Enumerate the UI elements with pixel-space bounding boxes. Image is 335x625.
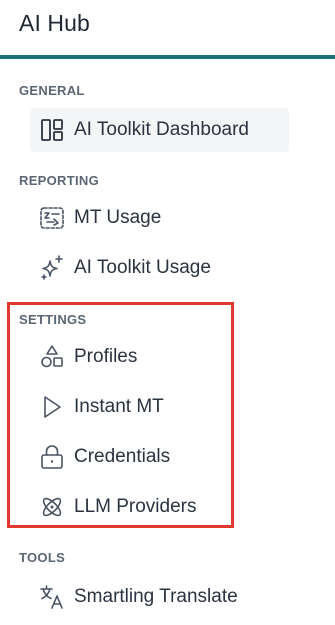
nav-item-label: AI Toolkit Usage xyxy=(74,257,211,278)
shapes-icon xyxy=(37,342,67,372)
nav-item-label: Credentials xyxy=(74,446,171,467)
nav-item-label: AI Toolkit Dashboard xyxy=(74,119,249,140)
nav-item-credentials[interactable]: Credentials xyxy=(30,435,220,479)
header-divider xyxy=(0,55,335,59)
nav-item-llm-providers[interactable]: LLM Providers xyxy=(30,485,220,529)
nav-item-label: Smartling Translate xyxy=(74,586,238,607)
nav-item-ai-toolkit-dashboard[interactable]: AI Toolkit Dashboard xyxy=(30,108,289,152)
dashboard-icon xyxy=(37,115,67,145)
section-label-reporting: REPORTING xyxy=(19,173,99,188)
nav-item-mt-usage[interactable]: MT Usage xyxy=(30,196,230,240)
sparkle-icon xyxy=(37,253,67,283)
nav-item-label: Instant MT xyxy=(74,396,164,417)
nav-item-smartling-translate[interactable]: Smartling Translate xyxy=(30,575,270,619)
translate-icon xyxy=(37,582,67,612)
nav-item-label: LLM Providers xyxy=(74,496,197,517)
section-label-tools: TOOLS xyxy=(19,550,66,565)
section-label-settings: SETTINGS xyxy=(19,312,87,327)
section-label-general: GENERAL xyxy=(19,83,85,98)
nav-item-profiles[interactable]: Profiles xyxy=(30,335,220,379)
nav-item-ai-toolkit-usage[interactable]: AI Toolkit Usage xyxy=(30,246,250,290)
nav-item-label: MT Usage xyxy=(74,207,162,228)
play-icon xyxy=(37,392,67,422)
nav-item-instant-mt[interactable]: Instant MT xyxy=(30,385,220,429)
lock-icon xyxy=(37,442,67,472)
atom-icon xyxy=(37,492,67,522)
nav-item-label: Profiles xyxy=(74,346,138,367)
app-header: AI Hub xyxy=(0,0,335,59)
mt-usage-icon xyxy=(37,203,67,233)
app-title: AI Hub xyxy=(19,10,90,36)
